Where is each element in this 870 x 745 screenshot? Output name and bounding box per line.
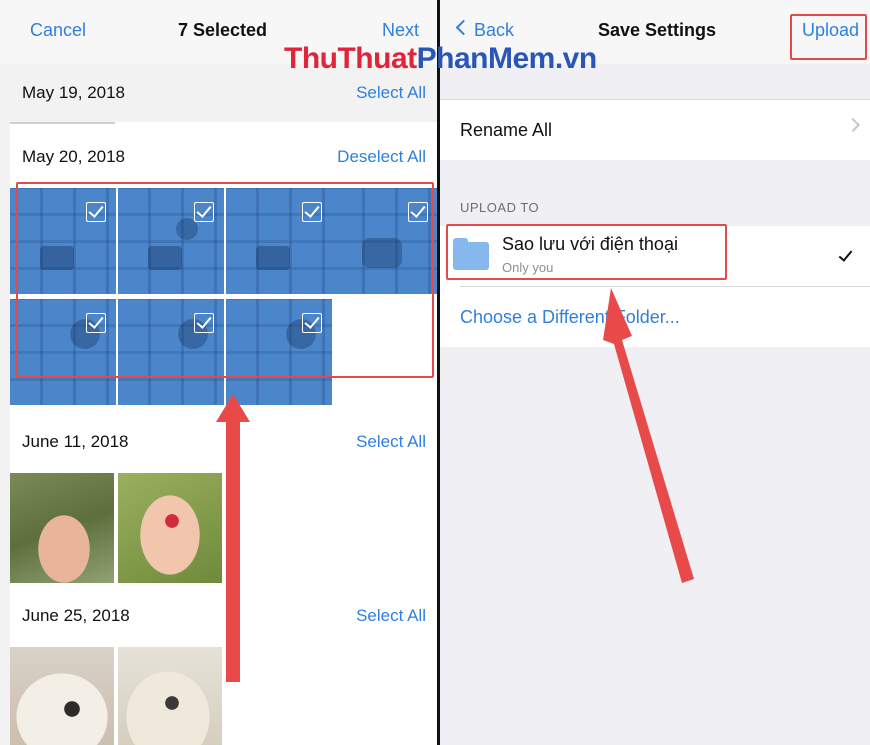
divider: [10, 122, 115, 124]
photo-picker-panel: Cancel 7 Selected Next May 19, 2018 Sele…: [0, 0, 438, 745]
watermark-part: .vn: [554, 42, 597, 75]
rename-all-label: Rename All: [460, 120, 553, 140]
rename-all-row[interactable]: Rename All: [440, 100, 870, 160]
section-date: May 20, 2018: [22, 147, 126, 166]
section-header-june-25: June 25, 2018 Select All: [10, 587, 438, 645]
select-all-button[interactable]: Select All: [356, 432, 426, 452]
cancel-button[interactable]: Cancel: [30, 20, 86, 41]
photo-tile-hand[interactable]: [10, 473, 114, 583]
photo-tile-hand-ring[interactable]: [118, 473, 222, 583]
section-header-june-11: June 11, 2018 Select All: [10, 413, 438, 471]
save-settings-title: Save Settings: [598, 20, 717, 40]
watermark-part: PhanMem: [416, 42, 556, 75]
chevron-left-icon[interactable]: [455, 19, 472, 36]
select-all-button[interactable]: Select All: [356, 606, 426, 626]
photo-tile-cat[interactable]: [10, 647, 114, 745]
left-gutter: [0, 122, 10, 745]
section-date: June 11, 2018: [22, 432, 129, 451]
watermark-logo: ThuThuatPhanMem.vn: [284, 42, 597, 76]
selection-highlight-box: [16, 182, 434, 378]
upload-highlight-box: [790, 14, 867, 60]
upload-to-header: UPLOAD TO: [460, 200, 540, 215]
choose-folder-row[interactable]: Choose a Different Folder...: [440, 287, 870, 347]
section-header-may-20: May 20, 2018 Deselect All: [10, 128, 438, 186]
watermark-part: ThuThuat: [284, 42, 417, 75]
selection-count-title: 7 Selected: [178, 20, 268, 40]
chevron-right-icon: [845, 117, 861, 133]
deselect-all-button[interactable]: Deselect All: [337, 147, 426, 167]
back-button[interactable]: Back: [474, 20, 514, 41]
section-date: June 25, 2018: [22, 606, 130, 625]
select-all-button[interactable]: Select All: [356, 83, 426, 103]
section-date: May 19, 2018: [22, 83, 126, 102]
save-settings-panel: Back Save Settings Upload Rename All UPL…: [440, 0, 870, 745]
section-gap: [440, 160, 870, 226]
empty-area: [440, 347, 870, 745]
photo-tile-cat[interactable]: [118, 647, 222, 745]
folder-highlight-box: [446, 224, 727, 280]
choose-different-folder-link[interactable]: Choose a Different Folder...: [460, 307, 680, 328]
next-button[interactable]: Next: [382, 20, 419, 41]
